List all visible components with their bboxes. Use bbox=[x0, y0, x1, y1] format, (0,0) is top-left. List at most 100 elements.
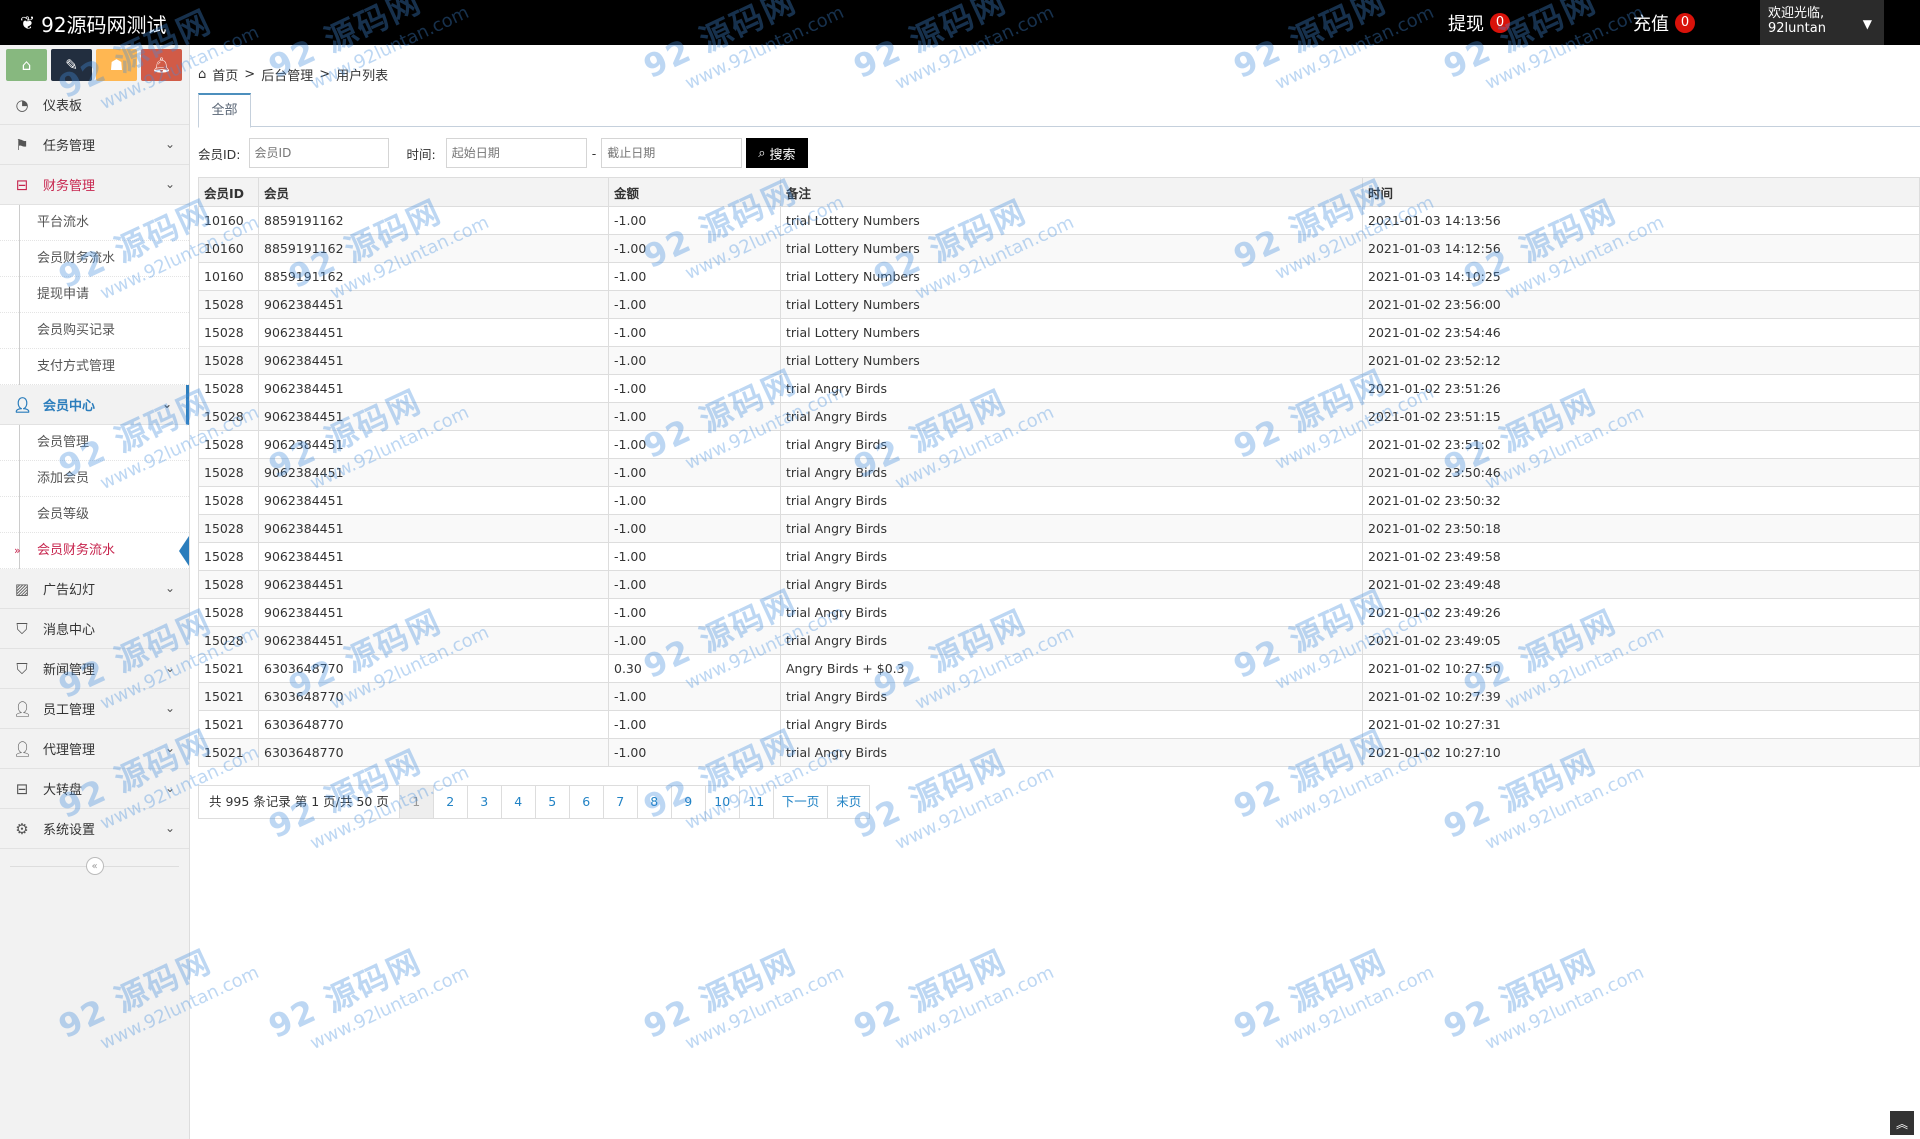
table-row: 15028 9062384451 -1.00 trial Angry Birds 202… bbox=[198, 458, 1920, 487]
submenu-item-member-manage[interactable]: 会员管理 bbox=[0, 425, 189, 461]
table-cell: 15028 bbox=[198, 626, 259, 655]
table-cell: 2021-01-02 23:51:26 bbox=[1362, 374, 1920, 403]
shortcut-users-button[interactable]: ☗ bbox=[96, 49, 137, 81]
table-row: 15028 9062384451 -1.00 trial Angry Birds 202… bbox=[198, 598, 1920, 627]
table-row: 15028 9062384451 -1.00 trial Angry Birds 202… bbox=[198, 514, 1920, 543]
table-cell: -1.00 bbox=[608, 346, 781, 375]
sidebar-item-member-center[interactable]: 👤︎ 会员中心 ⌄ bbox=[0, 385, 189, 425]
table-cell: -1.00 bbox=[608, 290, 781, 319]
time-label: 时间: bbox=[406, 146, 436, 162]
page-link[interactable]: 4 bbox=[502, 786, 536, 818]
table-cell: trial Lottery Numbers bbox=[780, 318, 1363, 347]
scroll-to-top-button[interactable]: ︽ bbox=[1890, 1111, 1914, 1135]
user-icon: 👤︎ bbox=[13, 739, 33, 758]
chevron-down-icon: ⌄ bbox=[164, 741, 175, 755]
submenu-item-member-level[interactable]: 会员等级 bbox=[0, 497, 189, 533]
table-cell: -1.00 bbox=[608, 710, 781, 739]
submenu-item-member-finance-active[interactable]: » 会员财务流水 bbox=[0, 533, 189, 569]
sidebar-item-messages[interactable]: ⛉ 消息中心 bbox=[0, 609, 189, 649]
breadcrumb-level1[interactable]: 后台管理 bbox=[261, 65, 313, 84]
user-menu[interactable]: 欢迎光临, 92luntan ▼ bbox=[1760, 0, 1884, 45]
submenu-item-purchase-records[interactable]: 会员购买记录 bbox=[0, 313, 189, 349]
sidebar-item-settings[interactable]: ⚙ 系统设置 ⌄ bbox=[0, 809, 189, 849]
sidebar: ⌂ ✎ ☗ 🔔︎ ◔ 仪表板 ⚑ 任务管理 ⌄ ⊟ 财务管理 ⌄ 平台流水 会员… bbox=[0, 45, 190, 1139]
table-cell: -1.00 bbox=[608, 514, 781, 543]
tray-icon: ⊟ bbox=[15, 779, 29, 798]
chevron-down-icon: ⌄ bbox=[164, 581, 175, 595]
table-row: 15028 9062384451 -1.00 trial Angry Birds 202… bbox=[198, 486, 1920, 515]
table-cell: 9062384451 bbox=[258, 570, 609, 599]
sidebar-item-wheel[interactable]: ⊟ 大转盘 ⌄ bbox=[0, 769, 189, 809]
table-cell: -1.00 bbox=[608, 542, 781, 571]
sidebar-item-agents[interactable]: 👤︎ 代理管理 ⌄ bbox=[0, 729, 189, 769]
withdraw-link[interactable]: 提现 0 bbox=[1448, 10, 1510, 36]
start-date-input[interactable] bbox=[445, 138, 587, 168]
main-content: ⌂ 首页 > 后台管理 > 用户列表 全部 会员ID: 时间: - ⌕ 搜索 会… bbox=[190, 45, 1920, 1139]
column-header: 会员ID bbox=[198, 177, 259, 207]
sidebar-item-ads[interactable]: ▨ 广告幻灯 ⌄ bbox=[0, 569, 189, 609]
submenu-item-member-finance[interactable]: 会员财务流水 bbox=[0, 241, 189, 277]
shortcut-edit-button[interactable]: ✎ bbox=[51, 49, 92, 81]
breadcrumb-home[interactable]: 首页 bbox=[212, 65, 238, 84]
table-row: 15028 9062384451 -1.00 trial Angry Birds 202… bbox=[198, 402, 1920, 431]
table-cell: 9062384451 bbox=[258, 318, 609, 347]
table-cell: 8859191162 bbox=[258, 234, 609, 263]
table-cell: -1.00 bbox=[608, 738, 781, 767]
table-cell: 0.30 bbox=[608, 654, 781, 683]
page-link[interactable]: 11 bbox=[740, 786, 774, 818]
pencil-icon: ✎ bbox=[65, 56, 78, 74]
app-title: 92源码网测试 bbox=[41, 13, 167, 37]
leaf-icon: ❦ bbox=[20, 13, 36, 34]
table-cell: 2021-01-03 14:13:56 bbox=[1362, 206, 1920, 235]
page-link[interactable]: 2 bbox=[434, 786, 468, 818]
pagination-info: 共 995 条记录 第 1 页/共 50 页 bbox=[199, 786, 400, 818]
recharge-link[interactable]: 充值 0 bbox=[1633, 10, 1695, 36]
breadcrumb-current: 用户列表 bbox=[336, 69, 389, 84]
submenu-item-platform-flow[interactable]: 平台流水 bbox=[0, 205, 189, 241]
sidebar-item-dashboard[interactable]: ◔ 仪表板 bbox=[0, 85, 189, 125]
member-id-input[interactable] bbox=[248, 138, 389, 168]
table-cell: trial Lottery Numbers bbox=[780, 262, 1363, 291]
last-page-link[interactable]: 末页 bbox=[828, 786, 869, 818]
page-link[interactable]: 8 bbox=[638, 786, 672, 818]
double-angle-left-icon: « bbox=[91, 860, 98, 872]
page-link[interactable]: 7 bbox=[604, 786, 638, 818]
sidebar-item-news[interactable]: ⛉ 新闻管理 ⌄ bbox=[0, 649, 189, 689]
sidebar-item-finance[interactable]: ⊟ 财务管理 ⌄ bbox=[0, 165, 189, 205]
brand[interactable]: ❦ 92源码网测试 bbox=[20, 9, 167, 38]
page-link[interactable]: 9 bbox=[672, 786, 706, 818]
table-cell: -1.00 bbox=[608, 402, 781, 431]
submenu-item-add-member[interactable]: 添加会员 bbox=[0, 461, 189, 497]
table-cell: -1.00 bbox=[608, 234, 781, 263]
table-cell: 2021-01-02 23:51:15 bbox=[1362, 402, 1920, 431]
column-header: 金额 bbox=[608, 177, 781, 207]
table-cell: 9062384451 bbox=[258, 374, 609, 403]
tab-all[interactable]: 全部 bbox=[198, 93, 251, 128]
table-cell: 2021-01-02 23:49:05 bbox=[1362, 626, 1920, 655]
page-link-current[interactable]: 1 bbox=[399, 786, 434, 818]
end-date-input[interactable] bbox=[601, 138, 743, 168]
table-cell: 15028 bbox=[198, 402, 259, 431]
search-button[interactable]: ⌕ 搜索 bbox=[746, 138, 808, 168]
page-link[interactable]: 6 bbox=[570, 786, 604, 818]
page-link[interactable]: 5 bbox=[536, 786, 570, 818]
breadcrumb-sep: > bbox=[244, 67, 256, 82]
page-link[interactable]: 3 bbox=[468, 786, 502, 818]
table-row: 15028 9062384451 -1.00 trial Angry Birds 202… bbox=[198, 374, 1920, 403]
collapse-sidebar-button[interactable]: « bbox=[85, 857, 104, 875]
submenu-item-payment-methods[interactable]: 支付方式管理 bbox=[0, 349, 189, 385]
breadcrumb-sep: > bbox=[319, 67, 331, 82]
table-cell: 15028 bbox=[198, 318, 259, 347]
table-cell: -1.00 bbox=[608, 206, 781, 235]
table-cell: trial Angry Birds bbox=[780, 402, 1363, 431]
shortcut-home-button[interactable]: ⌂ bbox=[6, 49, 47, 81]
next-page-link[interactable]: 下一页 bbox=[774, 786, 829, 818]
records-table: 会员ID 会员 金额 备注 时间 10160 8859191162 -1.00 tri… bbox=[198, 177, 1920, 767]
submenu-item-withdraw-requests[interactable]: 提现申请 bbox=[0, 277, 189, 313]
sidebar-item-staff[interactable]: 👤︎ 员工管理 ⌄ bbox=[0, 689, 189, 729]
table-cell: 15028 bbox=[198, 290, 259, 319]
shortcut-bell-button[interactable]: 🔔︎ bbox=[141, 49, 182, 81]
sidebar-item-tasks[interactable]: ⚑ 任务管理 ⌄ bbox=[0, 125, 189, 165]
page-link[interactable]: 10 bbox=[706, 786, 740, 818]
breadcrumb: ⌂ 首页 > 后台管理 > 用户列表 bbox=[198, 65, 388, 84]
